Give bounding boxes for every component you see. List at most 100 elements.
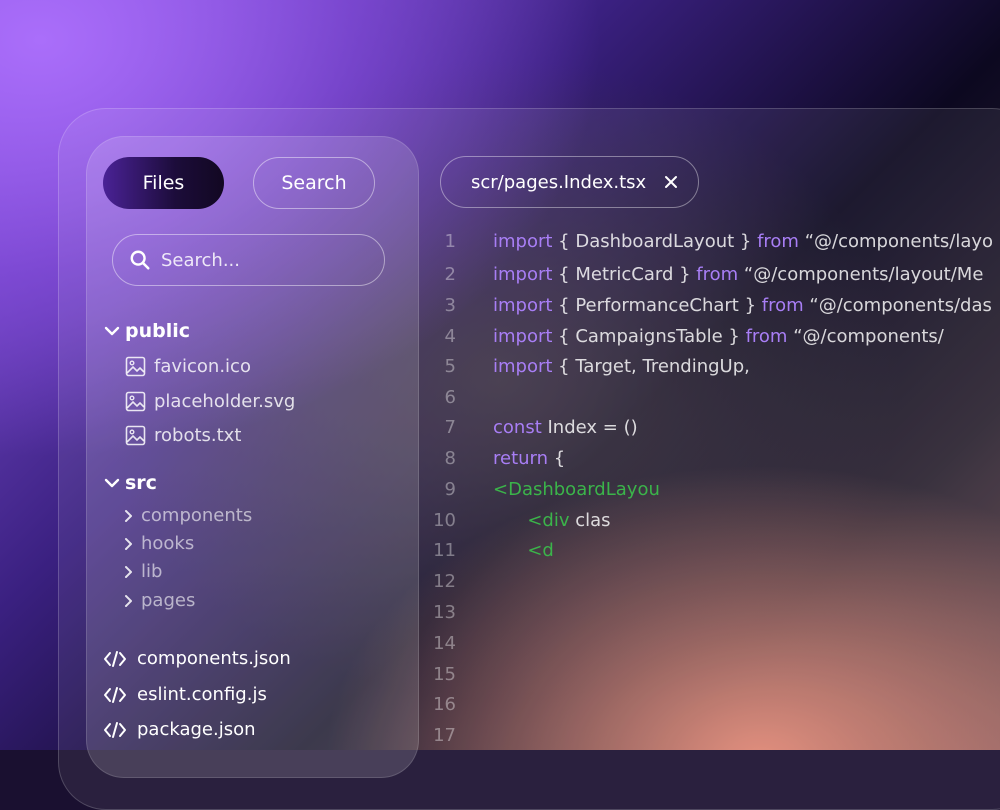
- code-token: clas: [569, 510, 611, 531]
- line-number: 2: [444, 264, 456, 285]
- file-robots[interactable]: robots.txt: [125, 425, 241, 446]
- folder-components[interactable]: components: [123, 505, 252, 526]
- code-token: { PerformanceChart }: [552, 295, 762, 316]
- folder-label: public: [125, 320, 191, 342]
- code-line: 14: [420, 628, 1000, 659]
- code-line: 16: [420, 689, 1000, 720]
- line-number: 5: [444, 356, 456, 377]
- code-text: return {: [493, 448, 565, 469]
- line-number: 15: [433, 664, 456, 685]
- line-number: 9: [444, 479, 456, 500]
- code-text: import { MetricCard } from “@/components…: [493, 264, 983, 285]
- code-text: import { DashboardLayout } from “@/compo…: [493, 231, 993, 252]
- code-token: { MetricCard }: [552, 264, 697, 285]
- close-icon[interactable]: [664, 175, 678, 189]
- line-number: 14: [433, 633, 456, 654]
- code-line: 13: [420, 597, 1000, 628]
- folder-public[interactable]: public: [103, 320, 190, 342]
- file-label: placeholder.svg: [154, 391, 296, 412]
- code-line: 12: [420, 566, 1000, 597]
- code-keyword: import: [493, 231, 553, 252]
- code-line: 3 import { PerformanceChart } from “@/co…: [420, 290, 1000, 321]
- line-number: 12: [433, 571, 456, 592]
- code-keyword: import: [493, 295, 553, 316]
- code-token: {: [548, 448, 566, 469]
- code-token: “@/components/: [787, 326, 944, 347]
- file-sidebar: [86, 136, 419, 778]
- file-label: eslint.config.js: [137, 684, 267, 705]
- image-file-icon: [125, 391, 146, 412]
- code-line: 5 import { Target, TrendingUp,: [420, 351, 1000, 382]
- image-file-icon: [125, 425, 146, 446]
- code-line: 10 <div clas: [420, 505, 1000, 536]
- code-line: 2 import { MetricCard } from “@/componen…: [420, 259, 1000, 290]
- folder-label: src: [125, 472, 157, 494]
- code-file-icon: [104, 686, 126, 703]
- chevron-right-icon: [125, 509, 132, 522]
- code-token: “@/components/layout/Me: [738, 264, 984, 285]
- code-keyword: return: [493, 448, 549, 469]
- code-line: 1 import { DashboardLayout } from “@/com…: [420, 226, 1000, 257]
- file-placeholder[interactable]: placeholder.svg: [125, 391, 295, 412]
- code-keyword: from: [745, 326, 788, 347]
- chevron-right-icon: [125, 594, 132, 607]
- search-tab-button[interactable]: Search: [253, 157, 375, 209]
- code-keyword: from: [757, 231, 799, 252]
- chevron-down-icon: [104, 478, 120, 488]
- file-search-input[interactable]: [159, 248, 373, 272]
- folder-src[interactable]: src: [103, 472, 157, 494]
- code-keyword: import: [493, 326, 553, 347]
- code-file-icon: [104, 721, 126, 738]
- search-icon: [130, 250, 150, 270]
- code-text: import { Target, TrendingUp,: [493, 356, 750, 377]
- file-label: components.json: [137, 648, 291, 669]
- file-search-box[interactable]: [112, 234, 385, 286]
- code-file-icon: [104, 650, 126, 667]
- chevron-down-icon: [104, 326, 120, 336]
- folder-label: hooks: [141, 533, 195, 554]
- line-number: 3: [444, 295, 456, 316]
- folder-hooks[interactable]: hooks: [123, 533, 194, 554]
- folder-pages[interactable]: pages: [123, 590, 195, 611]
- code-token: “@/components/layo: [798, 231, 994, 252]
- code-token: { DashboardLayout }: [552, 231, 758, 252]
- code-line: 11 <d: [420, 535, 1000, 566]
- code-line: 9 <DashboardLayou: [420, 474, 1000, 505]
- folder-lib[interactable]: lib: [123, 561, 162, 582]
- line-number: 16: [433, 694, 456, 715]
- code-keyword: from: [761, 295, 804, 316]
- code-line: 8 return {: [420, 443, 1000, 474]
- line-number: 4: [444, 326, 456, 347]
- code-line: 4 import { CampaignsTable } from “@/comp…: [420, 321, 1000, 352]
- editor-tab[interactable]: scr/pages.Index.tsx: [440, 156, 699, 208]
- files-tab-button[interactable]: Files: [103, 157, 224, 209]
- code-keyword: from: [696, 264, 739, 285]
- code-editor[interactable]: 1 import { DashboardLayout } from “@/com…: [420, 226, 1000, 750]
- file-components-json[interactable]: components.json: [103, 648, 291, 669]
- file-label: package.json: [137, 719, 256, 740]
- folder-label: pages: [141, 590, 196, 611]
- code-text: <d: [493, 540, 554, 561]
- file-eslint-config[interactable]: eslint.config.js: [103, 684, 267, 705]
- code-text: import { CampaignsTable } from “@/compon…: [493, 326, 944, 347]
- code-line: 15: [420, 659, 1000, 690]
- line-number: 6: [444, 387, 456, 408]
- code-text: <DashboardLayou: [493, 479, 660, 500]
- code-text: import { PerformanceChart } from “@/comp…: [493, 295, 992, 316]
- code-keyword: const: [493, 417, 542, 438]
- code-token: { CampaignsTable }: [552, 326, 746, 347]
- code-token: “@/components/das: [803, 295, 992, 316]
- code-line: 6: [420, 382, 1000, 413]
- line-number: 11: [433, 540, 456, 561]
- line-number: 1: [444, 231, 456, 252]
- code-keyword: import: [493, 264, 553, 285]
- line-number: 17: [433, 725, 456, 746]
- file-package-json[interactable]: package.json: [103, 719, 256, 740]
- line-number: 7: [444, 417, 456, 438]
- code-token: { Target, TrendingUp,: [552, 356, 750, 377]
- folder-label: lib: [141, 561, 163, 582]
- file-favicon[interactable]: favicon.ico: [125, 356, 251, 377]
- line-number: 8: [444, 448, 456, 469]
